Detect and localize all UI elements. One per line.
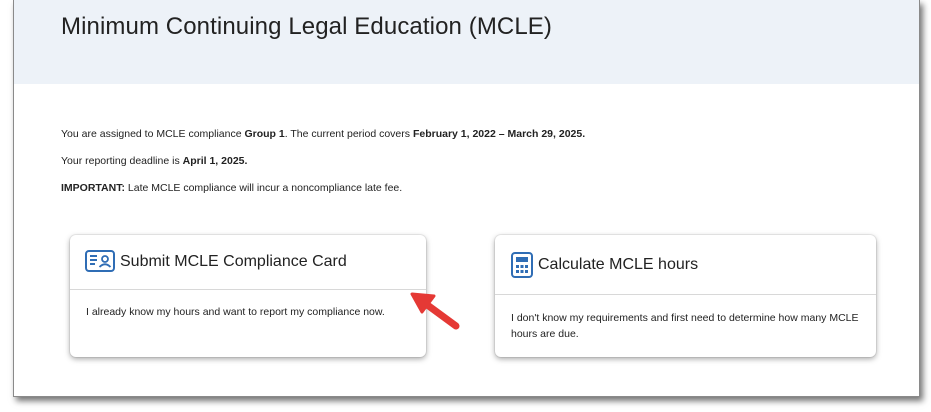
submit-compliance-card[interactable]: Submit MCLE Compliance Card I already kn… bbox=[70, 235, 426, 357]
page-frame: Minimum Continuing Legal Education (MCLE… bbox=[13, 0, 920, 397]
calculator-icon bbox=[511, 252, 533, 283]
calculate-hours-card[interactable]: Calculate MCLE hours I don't know my req… bbox=[495, 235, 876, 357]
card-title: Submit MCLE Compliance Card bbox=[120, 253, 347, 270]
group-assignment-text: You are assigned to MCLE compliance Grou… bbox=[61, 128, 586, 140]
deadline-date: April 1, 2025. bbox=[182, 155, 248, 167]
deadline-text: Your reporting deadline is April 1, 2025… bbox=[61, 155, 248, 167]
pointer-arrow-icon bbox=[404, 290, 464, 337]
card-header: Calculate MCLE hours bbox=[495, 235, 876, 295]
page-header: Minimum Continuing Legal Education (MCLE… bbox=[14, 0, 919, 84]
id-card-icon bbox=[85, 250, 115, 277]
card-title: Calculate MCLE hours bbox=[538, 256, 699, 273]
late-fee-notice: IMPORTANT: Late MCLE compliance will inc… bbox=[61, 182, 403, 194]
card-description: I already know my hours and want to repo… bbox=[86, 306, 385, 318]
group-label: Group 1 bbox=[244, 128, 285, 140]
page-title: Minimum Continuing Legal Education (MCLE… bbox=[61, 13, 552, 40]
card-description: I don't know my requirements and first n… bbox=[511, 312, 859, 340]
period-range: February 1, 2022 – March 29, 2025. bbox=[412, 128, 586, 140]
important-label: IMPORTANT: bbox=[61, 182, 125, 194]
card-header: Submit MCLE Compliance Card bbox=[70, 235, 426, 290]
